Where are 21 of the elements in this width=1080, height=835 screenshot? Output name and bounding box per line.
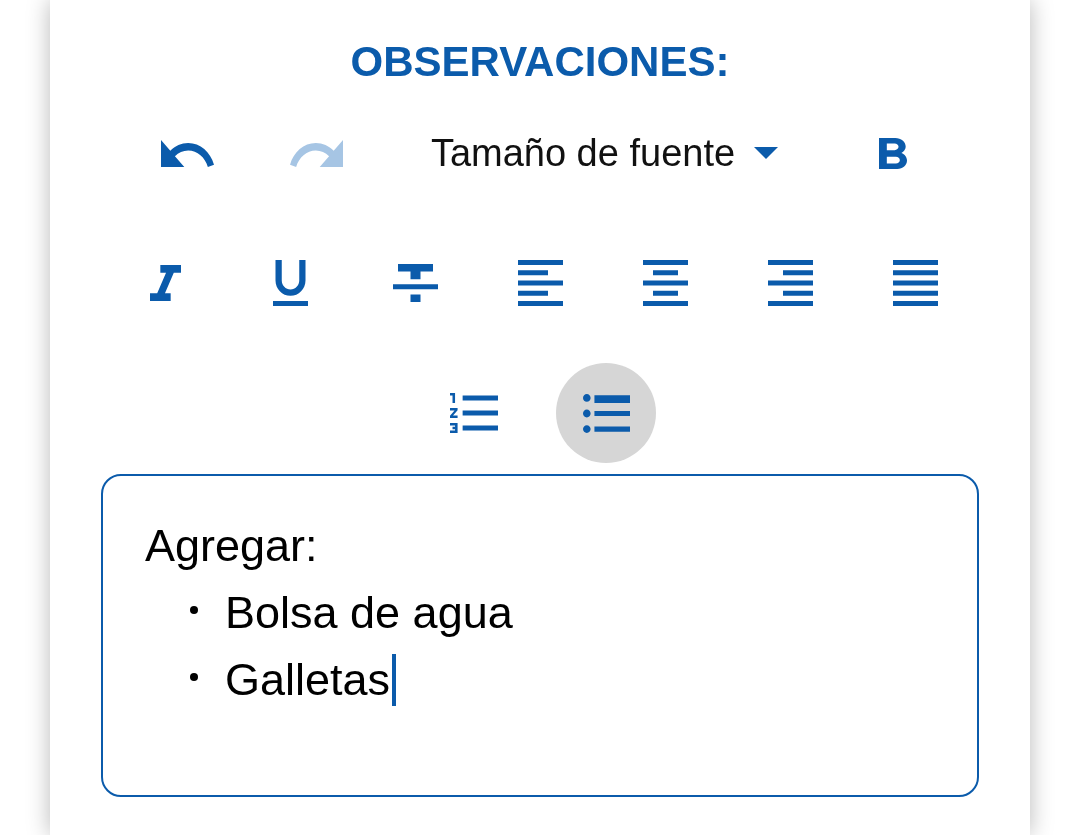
strikethrough-icon: [392, 264, 438, 302]
align-justify-icon: [892, 260, 938, 306]
bullet-icon: [190, 605, 198, 614]
editor-text: Agregar:: [145, 520, 318, 571]
text-editor[interactable]: Agregar: Bolsa de agua Galletas: [101, 474, 979, 797]
italic-icon: [149, 265, 181, 301]
align-right-icon: [767, 260, 813, 306]
font-size-dropdown[interactable]: Tamaño de fuente: [430, 130, 779, 176]
undo-icon: [160, 139, 214, 167]
bold-icon: [879, 137, 907, 169]
underline-icon: [272, 260, 308, 306]
list-item-text: Galletas: [225, 653, 391, 707]
align-left-icon: [517, 260, 563, 306]
numbered-list-icon: [450, 393, 498, 433]
bulleted-list-icon: [582, 393, 630, 433]
align-center-icon: [642, 260, 688, 306]
caret-down-icon: [754, 147, 779, 159]
section-title: OBSERVACIONES:: [350, 37, 730, 87]
list-item-text: Bolsa de agua: [225, 586, 513, 640]
bullet-icon: [190, 672, 198, 681]
redo-icon: [289, 139, 343, 167]
